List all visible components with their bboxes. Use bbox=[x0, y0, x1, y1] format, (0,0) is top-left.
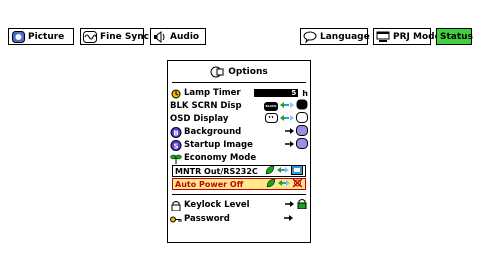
projector-icon bbox=[376, 31, 390, 43]
options-panel: Options Lamp Timer 5 h BLK SCRN Disp BLA… bbox=[167, 60, 311, 243]
submenu-icon bbox=[296, 138, 308, 152]
lamp-icon bbox=[170, 88, 182, 99]
picture-icon bbox=[11, 30, 25, 43]
osd-on-icon bbox=[265, 112, 278, 126]
startup-badge-icon: S bbox=[170, 139, 182, 151]
submenu-icon bbox=[296, 125, 308, 139]
speaker-icon bbox=[153, 30, 167, 43]
tab-label: PRJ Mode bbox=[393, 31, 441, 42]
toggle-arrow-icon bbox=[276, 166, 290, 176]
auto-power-off-row[interactable]: Auto Power Off bbox=[172, 178, 306, 190]
black-dot-icon bbox=[296, 99, 308, 113]
tab-language[interactable]: Language bbox=[300, 28, 370, 45]
blk-scrn-row[interactable]: BLK SCRN Disp BLACK bbox=[170, 99, 308, 113]
economy-mode-row: Economy Mode bbox=[170, 152, 308, 164]
background-row[interactable]: B Background bbox=[170, 125, 308, 139]
divider bbox=[172, 194, 306, 195]
mntr-out-row[interactable]: MNTR Out/RS232C bbox=[172, 165, 306, 177]
tab-fine-sync[interactable]: Fine Sync bbox=[80, 28, 149, 45]
key-icon bbox=[170, 214, 182, 225]
leaf-icon bbox=[265, 165, 275, 177]
right-arrow-icon bbox=[285, 200, 295, 211]
black-screen-badge-icon: BLACK bbox=[264, 101, 278, 111]
leaf-sprout-icon bbox=[170, 153, 182, 164]
right-arrow-icon bbox=[285, 127, 295, 138]
osd-display-row[interactable]: OSD Display bbox=[170, 112, 308, 126]
toggle-arrow-icon bbox=[277, 179, 291, 189]
tab-picture[interactable]: Picture bbox=[8, 28, 74, 45]
background-badge-icon: B bbox=[170, 126, 182, 138]
leaf-icon bbox=[266, 178, 276, 190]
green-lock-icon bbox=[296, 198, 308, 212]
svg-text:B: B bbox=[173, 129, 178, 137]
tab-label: Language bbox=[320, 31, 370, 42]
tab-label: Status bbox=[440, 31, 473, 42]
monitor-icon bbox=[291, 165, 303, 177]
toggle-arrow-icon bbox=[279, 101, 295, 112]
tab-prj-mode[interactable]: PRJ Mode bbox=[373, 28, 441, 45]
right-arrow-icon bbox=[284, 214, 294, 225]
speech-bubble-icon bbox=[303, 31, 317, 43]
options-icon bbox=[210, 66, 224, 78]
power-off-icon bbox=[292, 178, 303, 190]
tab-audio[interactable]: Audio bbox=[150, 28, 206, 45]
lamp-timer-value: 5 bbox=[254, 89, 299, 97]
divider bbox=[172, 82, 306, 83]
tab-label: Picture bbox=[28, 31, 65, 42]
svg-text:S: S bbox=[173, 142, 178, 150]
tab-label: Fine Sync bbox=[100, 31, 149, 42]
startup-image-row[interactable]: S Startup Image bbox=[170, 138, 308, 152]
osd-off-icon bbox=[296, 112, 308, 126]
lamp-timer-row: Lamp Timer 5 h bbox=[170, 87, 308, 99]
panel-title: Options bbox=[168, 61, 310, 82]
right-arrow-icon bbox=[285, 140, 295, 151]
tab-label: Audio bbox=[170, 31, 200, 42]
password-row[interactable]: Password bbox=[170, 213, 308, 225]
lamp-timer-unit: h bbox=[302, 88, 308, 98]
keylock-level-row[interactable]: Keylock Level bbox=[170, 199, 308, 211]
toggle-arrow-icon bbox=[279, 114, 295, 125]
tab-status[interactable]: Status bbox=[436, 28, 473, 45]
lock-icon bbox=[170, 200, 182, 211]
fine-sync-icon bbox=[83, 30, 97, 43]
